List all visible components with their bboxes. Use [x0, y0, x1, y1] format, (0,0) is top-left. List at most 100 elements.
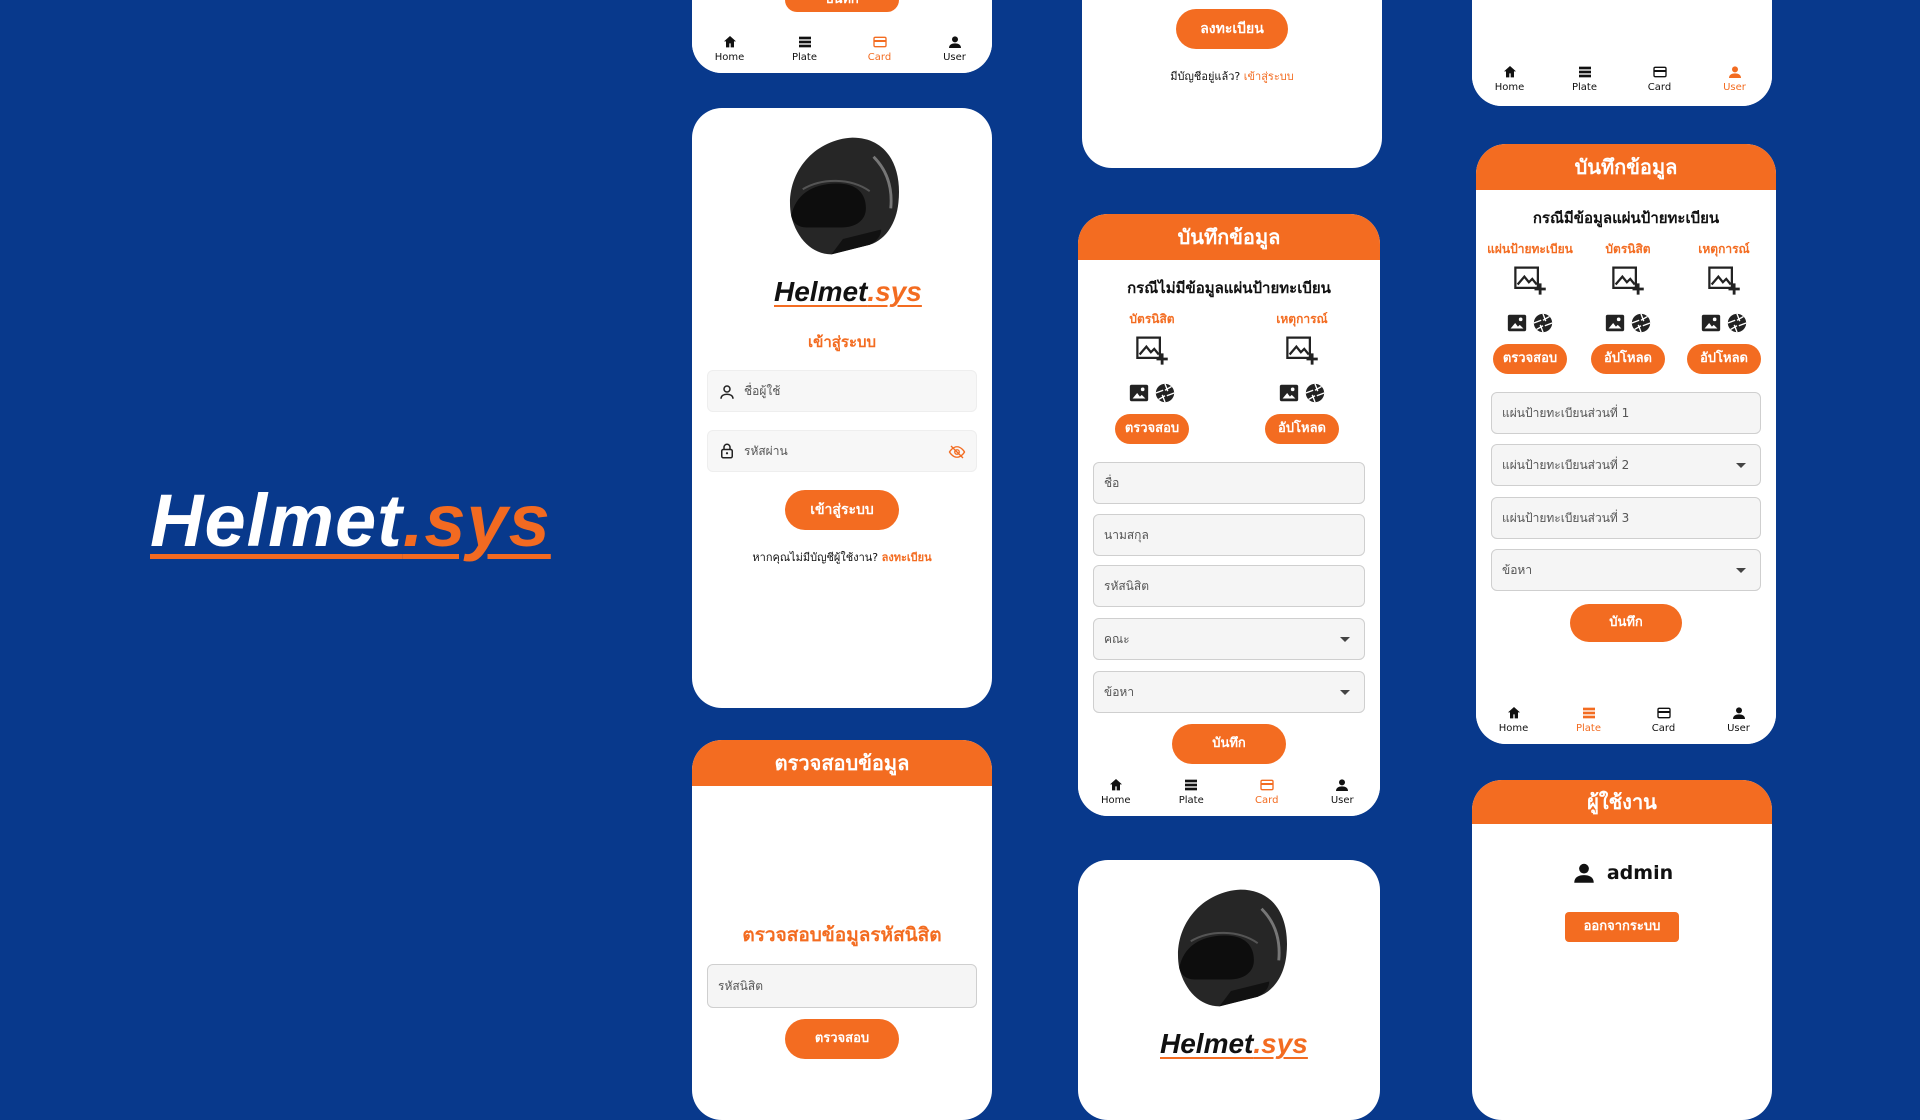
- person-icon: [718, 383, 736, 401]
- user-info: admin: [1472, 860, 1772, 886]
- camera-shutter-icon[interactable]: [1726, 312, 1748, 334]
- bottom-nav: Home Plate Card User: [1476, 694, 1776, 744]
- card-icon: [1259, 777, 1275, 793]
- camera-shutter-icon[interactable]: [1154, 382, 1176, 404]
- username-field[interactable]: ชื่อผู้ใช้: [707, 370, 977, 412]
- gallery-icon[interactable]: [1604, 312, 1626, 334]
- incident-label: เหตุการณ์: [1698, 242, 1750, 256]
- verify-screen: ตรวจสอบข้อมูล ตรวจสอบข้อมูลรหัสนิสิต รหั…: [692, 740, 992, 1120]
- plate-part-2-dropdown[interactable]: แผ่นป้ายทะเบียนส่วนที่ 2: [1491, 444, 1761, 486]
- password-field[interactable]: รหัสผ่าน: [707, 430, 977, 472]
- save-button[interactable]: บันทึก: [785, 0, 899, 12]
- charge-dropdown[interactable]: ข้อหา: [1093, 671, 1365, 713]
- user-icon: [1334, 777, 1350, 793]
- user-screen-partial: Home Plate Card User: [1472, 0, 1772, 106]
- lock-icon: [718, 442, 736, 460]
- nav-user[interactable]: User: [1305, 766, 1381, 816]
- card-icon: [1656, 705, 1672, 721]
- camera-shutter-icon[interactable]: [1304, 382, 1326, 404]
- upload-incident-button[interactable]: อัปโหลด: [1265, 414, 1339, 444]
- record-subtitle: กรณีไม่มีข้อมูลแผ่นป้ายทะเบียน: [1127, 279, 1331, 297]
- plate-icon: [1183, 777, 1199, 793]
- nav-user[interactable]: User: [1697, 50, 1772, 106]
- student-card-label: บัตรนิสิต: [1605, 242, 1651, 256]
- card-screen-partial: บันทึก Home Plate Card User: [692, 0, 992, 73]
- login-link[interactable]: เข้าสู่ระบบ: [1244, 70, 1294, 83]
- camera-shutter-icon[interactable]: [1630, 312, 1652, 334]
- plate-icon: [1577, 64, 1593, 80]
- upload-card-button[interactable]: อัปโหลด: [1591, 344, 1665, 374]
- home-icon: [1502, 64, 1518, 80]
- gallery-icon[interactable]: [1506, 312, 1528, 334]
- verify-card-button[interactable]: ตรวจสอบ: [1115, 414, 1189, 444]
- gallery-icon[interactable]: [1128, 382, 1150, 404]
- user-icon: [947, 34, 963, 50]
- camera-shutter-icon[interactable]: [1532, 312, 1554, 334]
- charge-dropdown[interactable]: ข้อหา: [1491, 549, 1761, 591]
- student-id-field[interactable]: รหัสนิสิต: [707, 964, 977, 1008]
- app-logo: Helmet.sys: [1160, 1028, 1308, 1059]
- student-id-field[interactable]: รหัสนิสิต: [1093, 565, 1365, 607]
- nav-home[interactable]: Home: [692, 23, 767, 73]
- login-screen: Helmet.sys เข้าสู่ระบบ ชื่อผู้ใช้ รหัสผ่…: [692, 108, 992, 708]
- add-image-icon[interactable]: [1610, 262, 1646, 298]
- bottom-nav: Home Plate Card User: [692, 23, 992, 73]
- nav-plate[interactable]: Plate: [1154, 766, 1230, 816]
- add-image-icon[interactable]: [1706, 262, 1742, 298]
- login-title: เข้าสู่ระบบ: [807, 333, 877, 351]
- save-button[interactable]: บันทึก: [1570, 604, 1682, 642]
- bottom-nav: Home Plate Card User: [1472, 50, 1772, 106]
- chevron-down-icon: [1736, 463, 1746, 468]
- incident-label: เหตุการณ์: [1276, 312, 1328, 326]
- nav-card[interactable]: Card: [842, 23, 917, 73]
- first-name-field[interactable]: ชื่อ: [1093, 462, 1365, 504]
- nav-user[interactable]: User: [917, 23, 992, 73]
- user-icon: [1731, 705, 1747, 721]
- app-logo: Helmet.sys: [774, 276, 922, 307]
- record-plate-screen: บันทึกข้อมูล กรณีมีข้อมูลแผ่นป้ายทะเบียน…: [1476, 144, 1776, 744]
- add-image-icon[interactable]: [1512, 262, 1548, 298]
- verify-button[interactable]: ตรวจสอบ: [785, 1019, 899, 1059]
- nav-card[interactable]: Card: [1626, 694, 1701, 744]
- record-subtitle: กรณีมีข้อมูลแผ่นป้ายทะเบียน: [1532, 209, 1720, 227]
- record-header: บันทึกข้อมูล: [1078, 214, 1380, 260]
- gallery-icon[interactable]: [1278, 382, 1300, 404]
- plate-icon: [1581, 705, 1597, 721]
- save-button[interactable]: บันทึก: [1172, 724, 1286, 764]
- register-button[interactable]: ลงทะเบียน: [1176, 9, 1288, 49]
- nav-card[interactable]: Card: [1229, 766, 1305, 816]
- nav-user[interactable]: User: [1701, 694, 1776, 744]
- plate-part-3-field[interactable]: แผ่นป้ายทะเบียนส่วนที่ 3: [1491, 497, 1761, 539]
- nav-card[interactable]: Card: [1622, 50, 1697, 106]
- add-image-icon[interactable]: [1134, 332, 1170, 368]
- nav-home[interactable]: Home: [1078, 766, 1154, 816]
- plate-icon: [797, 34, 813, 50]
- verify-plate-button[interactable]: ตรวจสอบ: [1493, 344, 1567, 374]
- nav-home[interactable]: Home: [1476, 694, 1551, 744]
- logout-button[interactable]: ออกจากระบบ: [1565, 912, 1679, 942]
- plate-part-1-field[interactable]: แผ่นป้ายทะเบียนส่วนที่ 1: [1491, 392, 1761, 434]
- eye-off-icon[interactable]: [948, 443, 966, 461]
- plate-label: แผ่นป้ายทะเบียน: [1487, 242, 1573, 256]
- user-screen: ผู้ใช้งาน admin ออกจากระบบ: [1472, 780, 1772, 1120]
- chevron-down-icon: [1340, 690, 1350, 695]
- nav-home[interactable]: Home: [1472, 50, 1547, 106]
- chevron-down-icon: [1340, 637, 1350, 642]
- brand-logo: Helmet.sys: [150, 478, 551, 563]
- brand-suffix: .sys: [402, 479, 551, 562]
- gallery-icon[interactable]: [1700, 312, 1722, 334]
- faculty-dropdown[interactable]: คณะ: [1093, 618, 1365, 660]
- login-button[interactable]: เข้าสู่ระบบ: [785, 490, 899, 530]
- add-image-icon[interactable]: [1284, 332, 1320, 368]
- upload-incident-button[interactable]: อัปโหลด: [1687, 344, 1761, 374]
- register-link[interactable]: ลงทะเบียน: [882, 551, 932, 564]
- last-name-field[interactable]: นามสกุล: [1093, 514, 1365, 556]
- user-header: ผู้ใช้งาน: [1472, 780, 1772, 824]
- home-icon: [722, 34, 738, 50]
- nav-plate[interactable]: Plate: [767, 23, 842, 73]
- nav-plate[interactable]: Plate: [1551, 694, 1626, 744]
- user-icon: [1727, 64, 1743, 80]
- home-icon: [1506, 705, 1522, 721]
- nav-plate[interactable]: Plate: [1547, 50, 1622, 106]
- login-prompt: มีบัญชีอยู่แล้ว? เข้าสู่ระบบ: [1170, 70, 1294, 83]
